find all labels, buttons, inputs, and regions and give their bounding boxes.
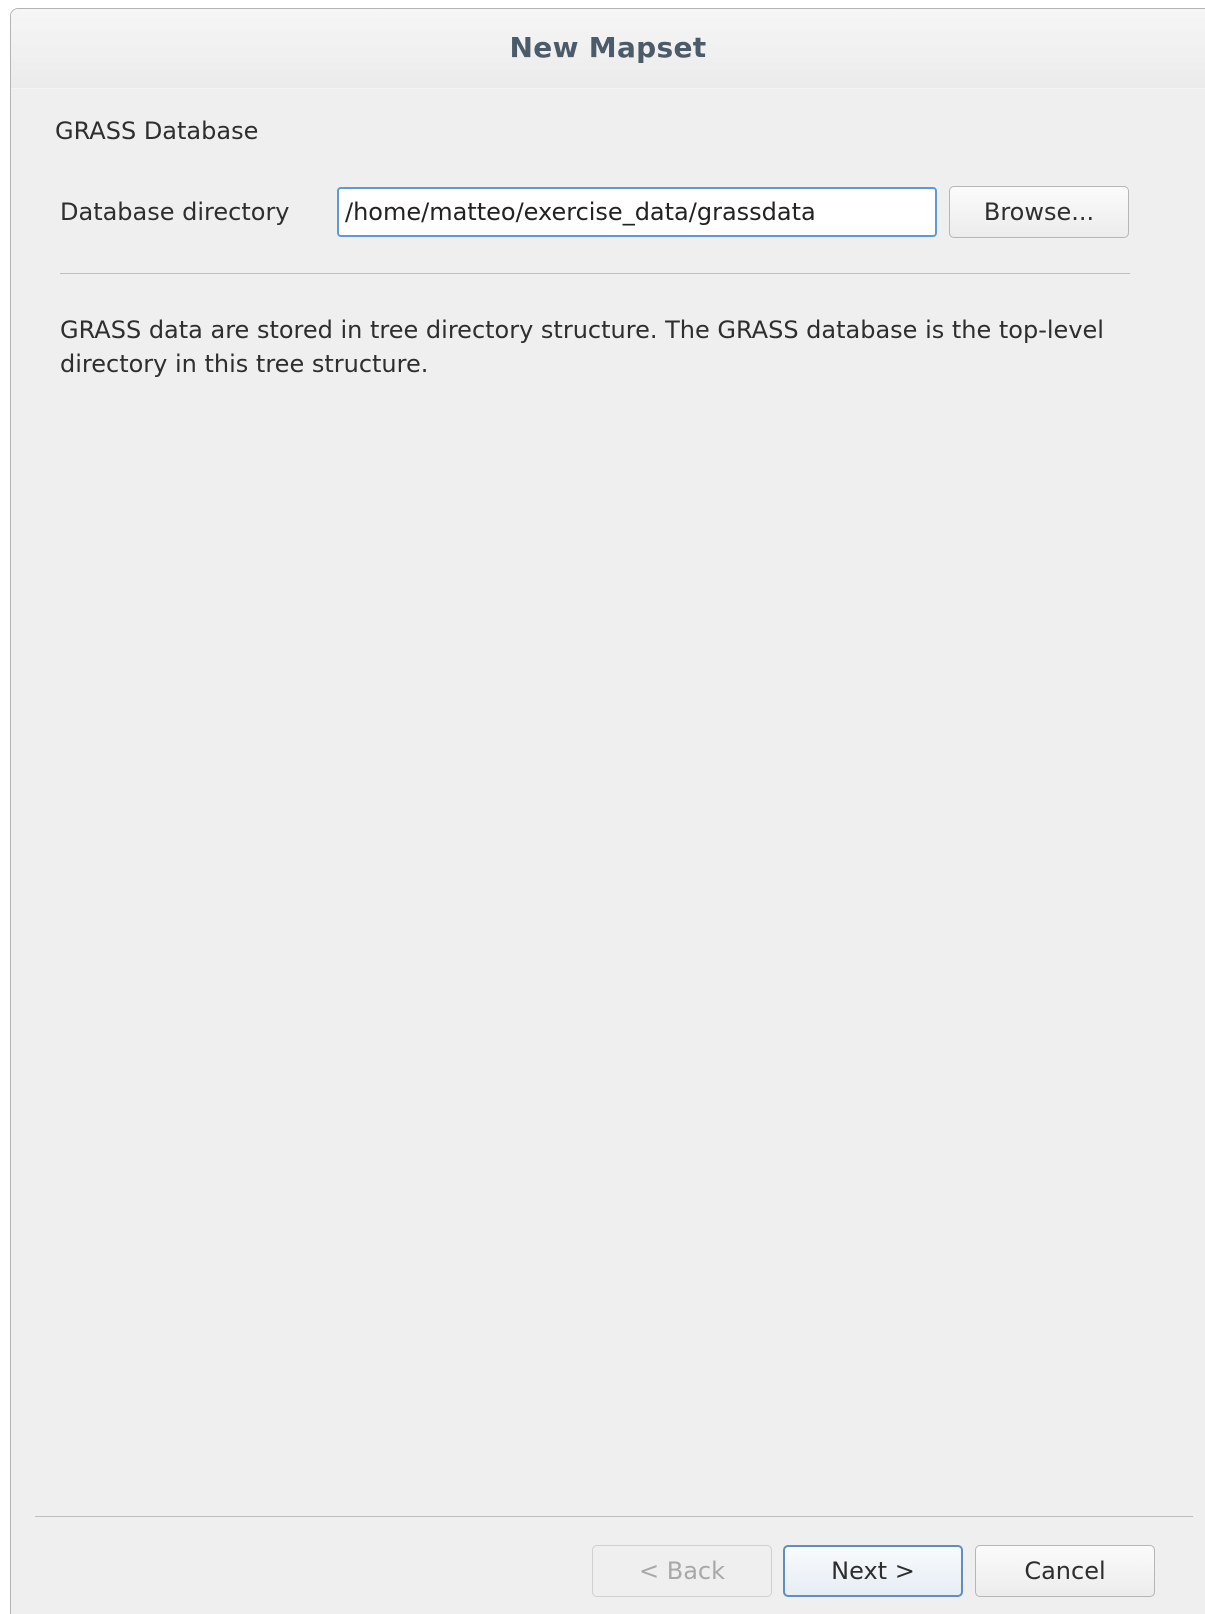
separator (60, 273, 1130, 274)
new-mapset-dialog: New Mapset GRASS Database Database direc… (10, 8, 1205, 1614)
title-bar[interactable]: New Mapset (11, 9, 1205, 89)
window-title: New Mapset (509, 31, 707, 64)
cancel-button[interactable]: Cancel (975, 1545, 1155, 1597)
footer-separator (35, 1516, 1193, 1517)
browse-button[interactable]: Browse... (949, 186, 1129, 238)
back-button[interactable]: < Back (592, 1545, 772, 1597)
description-text: GRASS data are stored in tree directory … (60, 316, 1104, 378)
database-directory-input[interactable] (337, 187, 937, 237)
page-heading: GRASS Database (55, 117, 259, 145)
database-directory-label: Database directory (60, 198, 290, 226)
next-button[interactable]: Next > (783, 1545, 963, 1597)
